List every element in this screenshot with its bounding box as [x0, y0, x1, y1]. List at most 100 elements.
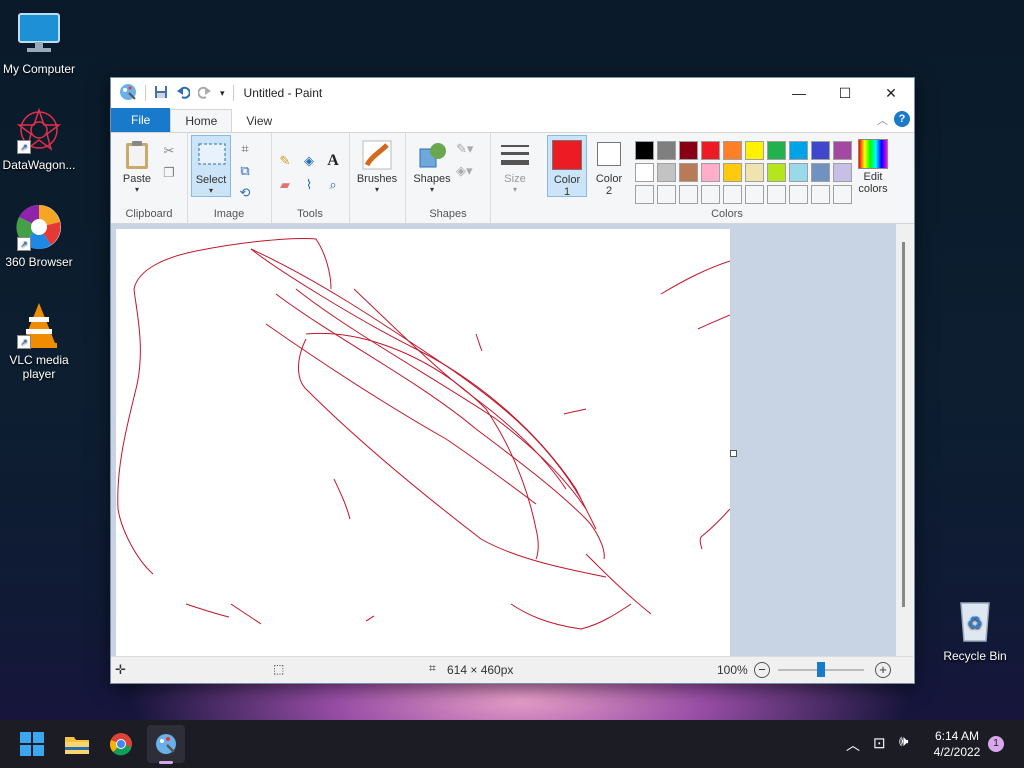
help-icon[interactable]: ?: [894, 111, 910, 127]
copy-icon[interactable]: ❐: [161, 165, 177, 181]
canvas-resize-handle[interactable]: [730, 450, 737, 457]
canvas-size-icon: ⌗: [429, 661, 436, 675]
color-swatch[interactable]: [635, 141, 654, 160]
color1-button[interactable]: Color 1: [547, 135, 587, 198]
stroke: [510, 603, 632, 630]
magnifier-icon[interactable]: ⌕: [325, 177, 341, 193]
undo-icon[interactable]: [176, 85, 191, 102]
size-button[interactable]: Size ▾: [495, 139, 535, 194]
close-button[interactable]: ✕: [868, 78, 914, 108]
zoom-in-button[interactable]: +: [875, 662, 891, 678]
color-swatch[interactable]: [789, 163, 808, 182]
clock-date: 4/2/2022: [933, 745, 981, 759]
chrome-icon: [110, 733, 132, 756]
clock[interactable]: 6:14 AM 4/2/2022: [925, 728, 989, 760]
group-label: Clipboard: [125, 208, 173, 220]
volume-icon[interactable]: 🕪: [899, 733, 908, 750]
color-picker-icon[interactable]: ⌇: [301, 177, 317, 193]
minimize-button[interactable]: —: [776, 78, 822, 108]
desktop-icon-vlc[interactable]: ↗ VLC media player: [0, 301, 81, 381]
color-swatch[interactable]: [767, 163, 786, 182]
recycle-bin-icon: ♻: [951, 597, 999, 645]
scrollbar-thumb[interactable]: [902, 242, 905, 607]
paint-app-icon[interactable]: [119, 83, 137, 104]
drawing-canvas[interactable]: [116, 229, 730, 656]
save-icon[interactable]: [154, 85, 168, 102]
color-swatch[interactable]: [701, 163, 720, 182]
desktop-icon-datawagon[interactable]: ↗ DataWagon...: [0, 106, 81, 172]
shapes-button[interactable]: Shapes ▾: [412, 139, 452, 194]
color-swatch[interactable]: [833, 185, 852, 204]
shortcut-arrow-icon: ↗: [17, 335, 31, 349]
color-swatch[interactable]: [767, 141, 786, 160]
outline-icon[interactable]: ✎▾: [456, 141, 473, 157]
color-swatch[interactable]: [767, 185, 786, 204]
start-button[interactable]: [16, 728, 48, 760]
select-button[interactable]: Select ▾: [191, 135, 231, 197]
collapse-ribbon-icon[interactable]: ︿: [877, 112, 888, 128]
color-swatch[interactable]: [635, 185, 654, 204]
vlc-cone-icon: ↗: [15, 301, 63, 349]
color-swatch[interactable]: [811, 163, 830, 182]
color2-button[interactable]: Color 2: [591, 135, 627, 197]
fill-bucket-icon[interactable]: ◈: [301, 153, 317, 169]
group-shapes: Shapes ▾ ✎▾ ◈▾ Shapes: [405, 133, 491, 223]
tab-home[interactable]: Home: [170, 109, 233, 132]
color-swatch[interactable]: [679, 185, 698, 204]
color-swatch[interactable]: [833, 141, 852, 160]
customize-toolbar-icon[interactable]: ▾: [220, 88, 225, 99]
color-swatch[interactable]: [657, 163, 676, 182]
fill-icon[interactable]: ◈▾: [456, 163, 473, 179]
resize-icon[interactable]: ⧉: [237, 163, 253, 179]
desktop-icon-my-computer[interactable]: My Computer: [0, 10, 81, 76]
desktop-icon-360-browser[interactable]: ↗ 360 Browser: [0, 203, 81, 269]
tab-file[interactable]: File: [111, 108, 171, 132]
brushes-button[interactable]: Brushes ▾: [355, 139, 399, 194]
group-tools: ✎ ◈ A ▰ ⌇ ⌕ Tools: [271, 133, 350, 223]
clipboard-icon: [121, 139, 153, 171]
color-swatch[interactable]: [679, 163, 698, 182]
color-swatch[interactable]: [811, 141, 830, 160]
color-swatch[interactable]: [635, 163, 654, 182]
color-swatch[interactable]: [723, 141, 742, 160]
color-swatch[interactable]: [789, 185, 808, 204]
redo-icon[interactable]: [197, 85, 212, 102]
chrome-button[interactable]: [105, 728, 137, 760]
desktop-icon-recycle-bin[interactable]: ♻ Recycle Bin: [933, 597, 1017, 663]
color-swatch[interactable]: [745, 141, 764, 160]
color-swatch[interactable]: [745, 185, 764, 204]
color-swatch[interactable]: [701, 141, 720, 160]
color-swatch[interactable]: [657, 185, 676, 204]
color-swatch[interactable]: [833, 163, 852, 182]
rotate-icon[interactable]: ⟲: [237, 185, 253, 201]
vertical-scrollbar[interactable]: [896, 224, 913, 656]
zoom-out-button[interactable]: −: [754, 662, 770, 678]
stroke: [250, 248, 582, 500]
desktop-icon-label: DataWagon...: [2, 158, 76, 172]
zoom-slider-thumb[interactable]: [817, 662, 825, 677]
group-image: Select ▾ ⌗ ⧉ ⟲ Image: [187, 133, 272, 223]
text-icon[interactable]: A: [325, 153, 341, 169]
paste-button[interactable]: Paste ▾: [119, 139, 155, 194]
show-hidden-icons[interactable]: ︿: [846, 735, 860, 755]
network-icon[interactable]: ⊡: [873, 734, 886, 752]
paint-taskbar-button[interactable]: [147, 725, 185, 764]
color-swatch[interactable]: [723, 163, 742, 182]
maximize-button[interactable]: ☐: [822, 78, 868, 108]
cut-icon[interactable]: ✂: [161, 143, 177, 159]
crop-icon[interactable]: ⌗: [237, 141, 253, 157]
color-swatch[interactable]: [745, 163, 764, 182]
zoom-slider[interactable]: [778, 662, 864, 677]
color-swatch[interactable]: [789, 141, 808, 160]
color-swatch[interactable]: [811, 185, 830, 204]
notification-badge[interactable]: 1: [988, 736, 1004, 752]
pencil-icon[interactable]: ✎: [277, 153, 293, 169]
tab-view[interactable]: View: [232, 110, 286, 132]
color-swatch[interactable]: [679, 141, 698, 160]
color-swatch[interactable]: [657, 141, 676, 160]
file-explorer-button[interactable]: [61, 728, 93, 760]
edit-colors-button[interactable]: Edit colors: [853, 139, 893, 195]
color-swatch[interactable]: [723, 185, 742, 204]
color-swatch[interactable]: [701, 185, 720, 204]
eraser-icon[interactable]: ▰: [277, 177, 293, 193]
